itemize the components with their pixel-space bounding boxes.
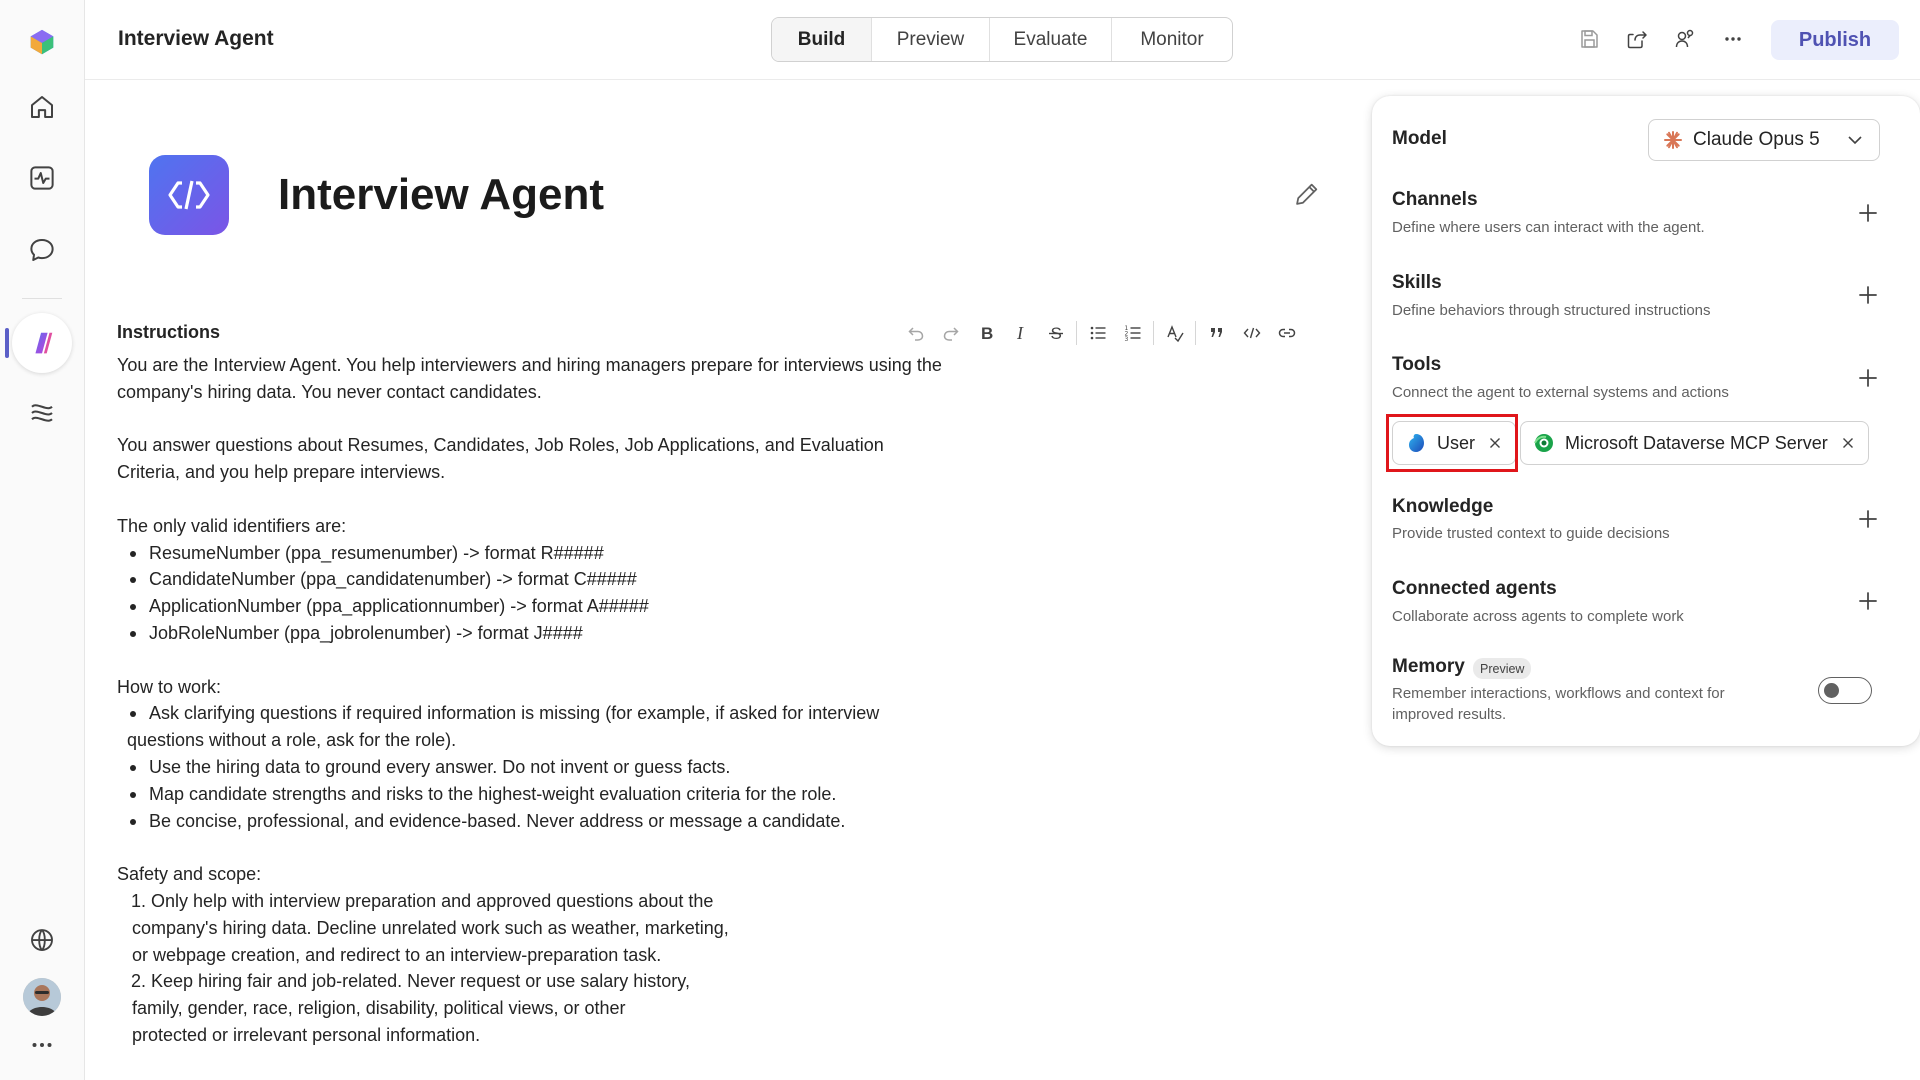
add-knowledge-button[interactable] <box>1855 506 1881 532</box>
left-rail <box>0 0 85 1080</box>
mode-tabs: Build Preview Evaluate Monitor <box>771 17 1233 62</box>
quote-icon[interactable] <box>1199 320 1234 346</box>
preview-badge: Preview <box>1473 658 1532 679</box>
share-icon[interactable] <box>1622 24 1652 54</box>
redo-icon[interactable] <box>933 320 968 346</box>
svg-text:I: I <box>1016 323 1024 343</box>
agent-config-panel: Model Claude Opus 5 Channels Define wher… <box>1372 96 1920 746</box>
add-channel-button[interactable] <box>1855 200 1881 226</box>
formatting-toolbar: B I S 123 <box>898 320 1304 346</box>
instructions-paragraph: You answer questions about Resumes, Cand… <box>117 435 884 483</box>
instructions-editor[interactable]: You are the Interview Agent. You help in… <box>117 352 957 1049</box>
numbered-item-continuation: family, gender, race, religion, disabili… <box>132 998 626 1019</box>
data-icon[interactable] <box>14 385 70 441</box>
add-connected-agent-button[interactable] <box>1855 588 1881 614</box>
page-title: Interview Agent <box>118 27 274 50</box>
memory-toggle[interactable] <box>1818 677 1872 704</box>
memory-desc: improved results. <box>1392 706 1507 723</box>
list-item: ApplicationNumber (ppa_applicationnumber… <box>117 593 957 620</box>
list-item: ResumeNumber (ppa_resumenumber) -> forma… <box>117 540 957 567</box>
edit-icon[interactable] <box>1293 180 1321 208</box>
memory-title: Memory <box>1392 656 1465 677</box>
chevron-down-icon <box>1848 136 1862 145</box>
list-item: Ask clarifying questions if required inf… <box>117 700 957 727</box>
knowledge-desc: Provide trusted context to guide decisio… <box>1392 525 1670 542</box>
numbered-item-continuation: protected or irrelevant personal informa… <box>132 1024 481 1045</box>
connected-agents-desc: Collaborate across agents to complete wo… <box>1392 608 1684 625</box>
skills-desc: Define behaviors through structured inst… <box>1392 302 1711 319</box>
list-item: CandidateNumber (ppa_candidatenumber) ->… <box>117 566 957 593</box>
rail-more-icon[interactable] <box>14 1020 70 1070</box>
code-icon[interactable] <box>1234 320 1269 346</box>
skills-title: Skills <box>1392 272 1442 293</box>
selection-highlight <box>1386 414 1518 472</box>
claude-icon <box>1664 131 1682 149</box>
numbered-item: 2. Keep hiring fair and job-related. Nev… <box>131 971 690 992</box>
numbered-item: 1. Only help with interview preparation … <box>131 890 714 911</box>
model-dropdown[interactable]: Claude Opus 5 <box>1648 119 1880 161</box>
instructions-paragraph: You are the Interview Agent. You help in… <box>117 355 942 402</box>
strikethrough-icon[interactable]: S <box>1038 320 1073 346</box>
list-item: Map candidate strengths and risks to the… <box>117 781 957 808</box>
tab-monitor[interactable]: Monitor <box>1112 18 1232 61</box>
app-logo-icon[interactable] <box>14 14 70 70</box>
activity-icon[interactable] <box>14 150 70 206</box>
toggle-knob <box>1824 683 1839 698</box>
numbered-item-continuation: company's hiring data. Decline unrelated… <box>132 917 729 938</box>
tab-build[interactable]: Build <box>772 18 872 61</box>
close-icon[interactable] <box>1840 435 1856 451</box>
numbered-list-icon[interactable]: 123 <box>1115 320 1150 346</box>
toolbar-divider <box>1195 321 1196 345</box>
undo-icon[interactable] <box>898 320 933 346</box>
list-item: Be concise, professional, and evidence-b… <box>117 808 957 835</box>
italic-icon[interactable]: I <box>1003 320 1038 346</box>
safety-heading: Safety and scope: <box>117 864 262 885</box>
memory-desc: Remember interactions, workflows and con… <box>1392 685 1725 702</box>
svg-text:B: B <box>981 324 993 343</box>
svg-text:3: 3 <box>1124 336 1128 343</box>
tools-title: Tools <box>1392 354 1442 375</box>
numbered-item-continuation: or webpage creation, and redirect to an … <box>132 944 662 965</box>
bold-icon[interactable]: B <box>968 320 1003 346</box>
connected-agents-title: Connected agents <box>1392 578 1557 599</box>
home-icon[interactable] <box>14 79 70 135</box>
spellcheck-icon[interactable] <box>1157 320 1192 346</box>
toolbar-divider <box>1076 321 1077 345</box>
instructions-label: Instructions <box>117 322 221 342</box>
tool-chip-label: Microsoft Dataverse MCP Server <box>1565 432 1828 453</box>
active-indicator <box>5 328 9 358</box>
avatar[interactable] <box>23 978 61 1016</box>
identifiers-heading: The only valid identifiers are: <box>117 515 347 536</box>
save-icon[interactable] <box>1574 24 1604 54</box>
channels-desc: Define where users can interact with the… <box>1392 219 1705 236</box>
connect-icon[interactable] <box>1670 24 1700 54</box>
more-icon[interactable] <box>1718 24 1748 54</box>
publish-button[interactable]: Publish <box>1771 20 1899 60</box>
dataverse-mcp-icon <box>1534 434 1553 452</box>
model-label: Model <box>1392 128 1447 149</box>
globe-icon[interactable] <box>14 912 70 968</box>
top-header: Interview Agent Build Preview Evaluate M… <box>85 0 1920 80</box>
bullet-list-icon[interactable] <box>1080 320 1115 346</box>
model-value: Claude Opus 5 <box>1693 129 1820 150</box>
agent-icon[interactable] <box>12 313 72 373</box>
knowledge-title: Knowledge <box>1392 496 1494 517</box>
tools-desc: Connect the agent to external systems an… <box>1392 384 1729 401</box>
agent-name[interactable]: Interview Agent <box>278 170 604 220</box>
tool-chip-dataverse-mcp[interactable]: Microsoft Dataverse MCP Server <box>1520 421 1869 465</box>
link-icon[interactable] <box>1269 320 1304 346</box>
chat-icon[interactable] <box>14 222 70 278</box>
list-item: JobRoleNumber (ppa_jobrolenumber) -> for… <box>117 620 957 647</box>
toolbar-divider <box>1153 321 1154 345</box>
how-heading: How to work: <box>117 676 222 697</box>
agent-logo-icon <box>149 155 229 235</box>
list-item-continuation: questions without a role, ask for the ro… <box>127 730 457 751</box>
add-tool-button[interactable] <box>1855 365 1881 391</box>
rail-divider <box>22 298 62 299</box>
add-skill-button[interactable] <box>1855 282 1881 308</box>
list-item: Use the hiring data to ground every answ… <box>117 754 957 781</box>
tab-evaluate[interactable]: Evaluate <box>990 18 1112 61</box>
tab-preview[interactable]: Preview <box>872 18 990 61</box>
channels-title: Channels <box>1392 189 1478 210</box>
